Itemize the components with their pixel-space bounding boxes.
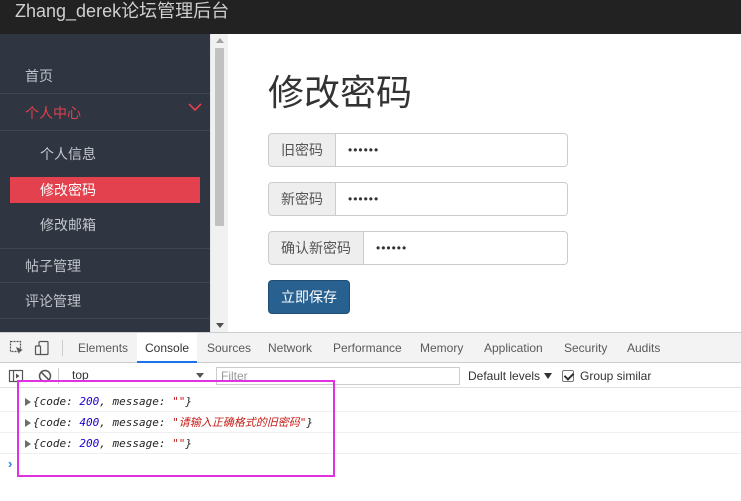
new-password-input[interactable]: •••••• — [336, 182, 568, 216]
tab-memory[interactable]: Memory — [420, 333, 463, 363]
old-password-group: 旧密码 •••••• — [268, 133, 568, 167]
chevron-down-icon — [188, 103, 202, 112]
sidebar-subitem-change-email[interactable]: 修改邮箱 — [0, 212, 210, 238]
toolbar-divider — [62, 340, 63, 356]
sidebar-item-posts[interactable]: 帖子管理 — [0, 248, 210, 283]
group-similar-checkbox[interactable] — [562, 370, 574, 382]
page-scrollbar[interactable] — [210, 34, 228, 332]
sidebar-subitem-change-password[interactable]: 修改密码 — [10, 177, 200, 203]
sidebar-item-comments[interactable]: 评论管理 — [0, 284, 210, 319]
scroll-up-arrow-icon[interactable] — [216, 38, 224, 43]
console-prompt-icon[interactable]: › — [8, 456, 12, 471]
old-password-label: 旧密码 — [268, 133, 336, 167]
save-button[interactable]: 立即保存 — [268, 280, 350, 314]
sidebar: 首页 个人中心 个人信息 修改密码 修改邮箱 帖子管理 评论管理 — [0, 34, 210, 332]
device-toolbar-icon[interactable] — [34, 340, 50, 356]
devtools-tab-bar: Elements Console Sources Network Perform… — [0, 333, 741, 363]
confirm-password-input[interactable]: •••••• — [364, 231, 568, 265]
log-levels-label: Default levels — [468, 369, 541, 383]
confirm-password-label: 确认新密码 — [268, 231, 364, 265]
scroll-down-arrow-icon[interactable] — [216, 323, 224, 328]
tab-console[interactable]: Console — [137, 333, 198, 363]
tab-sources[interactable]: Sources — [207, 333, 251, 363]
chevron-down-icon — [196, 373, 204, 378]
tab-audits[interactable]: Audits — [627, 333, 660, 363]
tab-network[interactable]: Network — [268, 333, 312, 363]
tab-elements[interactable]: Elements — [78, 333, 128, 363]
log-levels-dropdown[interactable]: Default levels — [468, 367, 553, 385]
tab-performance[interactable]: Performance — [333, 333, 402, 363]
scrollbar-thumb[interactable] — [215, 48, 224, 226]
confirm-password-group: 确认新密码 •••••• — [268, 231, 568, 265]
sidebar-item-personal-center[interactable]: 个人中心 — [0, 96, 210, 131]
tab-application[interactable]: Application — [484, 333, 543, 363]
tab-security[interactable]: Security — [564, 333, 607, 363]
top-navbar: Zhang_derek论坛管理后台 — [0, 0, 741, 34]
caret-down-icon — [544, 373, 553, 379]
annotation-highlight-box — [17, 380, 335, 477]
page-title: 修改密码 — [268, 72, 413, 113]
new-password-group: 新密码 •••••• — [268, 182, 568, 216]
group-similar-label: Group similar — [580, 369, 652, 383]
brand-title[interactable]: Zhang_derek论坛管理后台 — [15, 0, 229, 22]
old-password-input[interactable]: •••••• — [336, 133, 568, 167]
new-password-label: 新密码 — [268, 182, 336, 216]
sidebar-item-home[interactable]: 首页 — [0, 59, 210, 94]
sidebar-item-label: 个人中心 — [25, 105, 81, 121]
inspect-element-icon[interactable] — [9, 340, 25, 356]
sidebar-subitem-profile[interactable]: 个人信息 — [0, 141, 210, 167]
